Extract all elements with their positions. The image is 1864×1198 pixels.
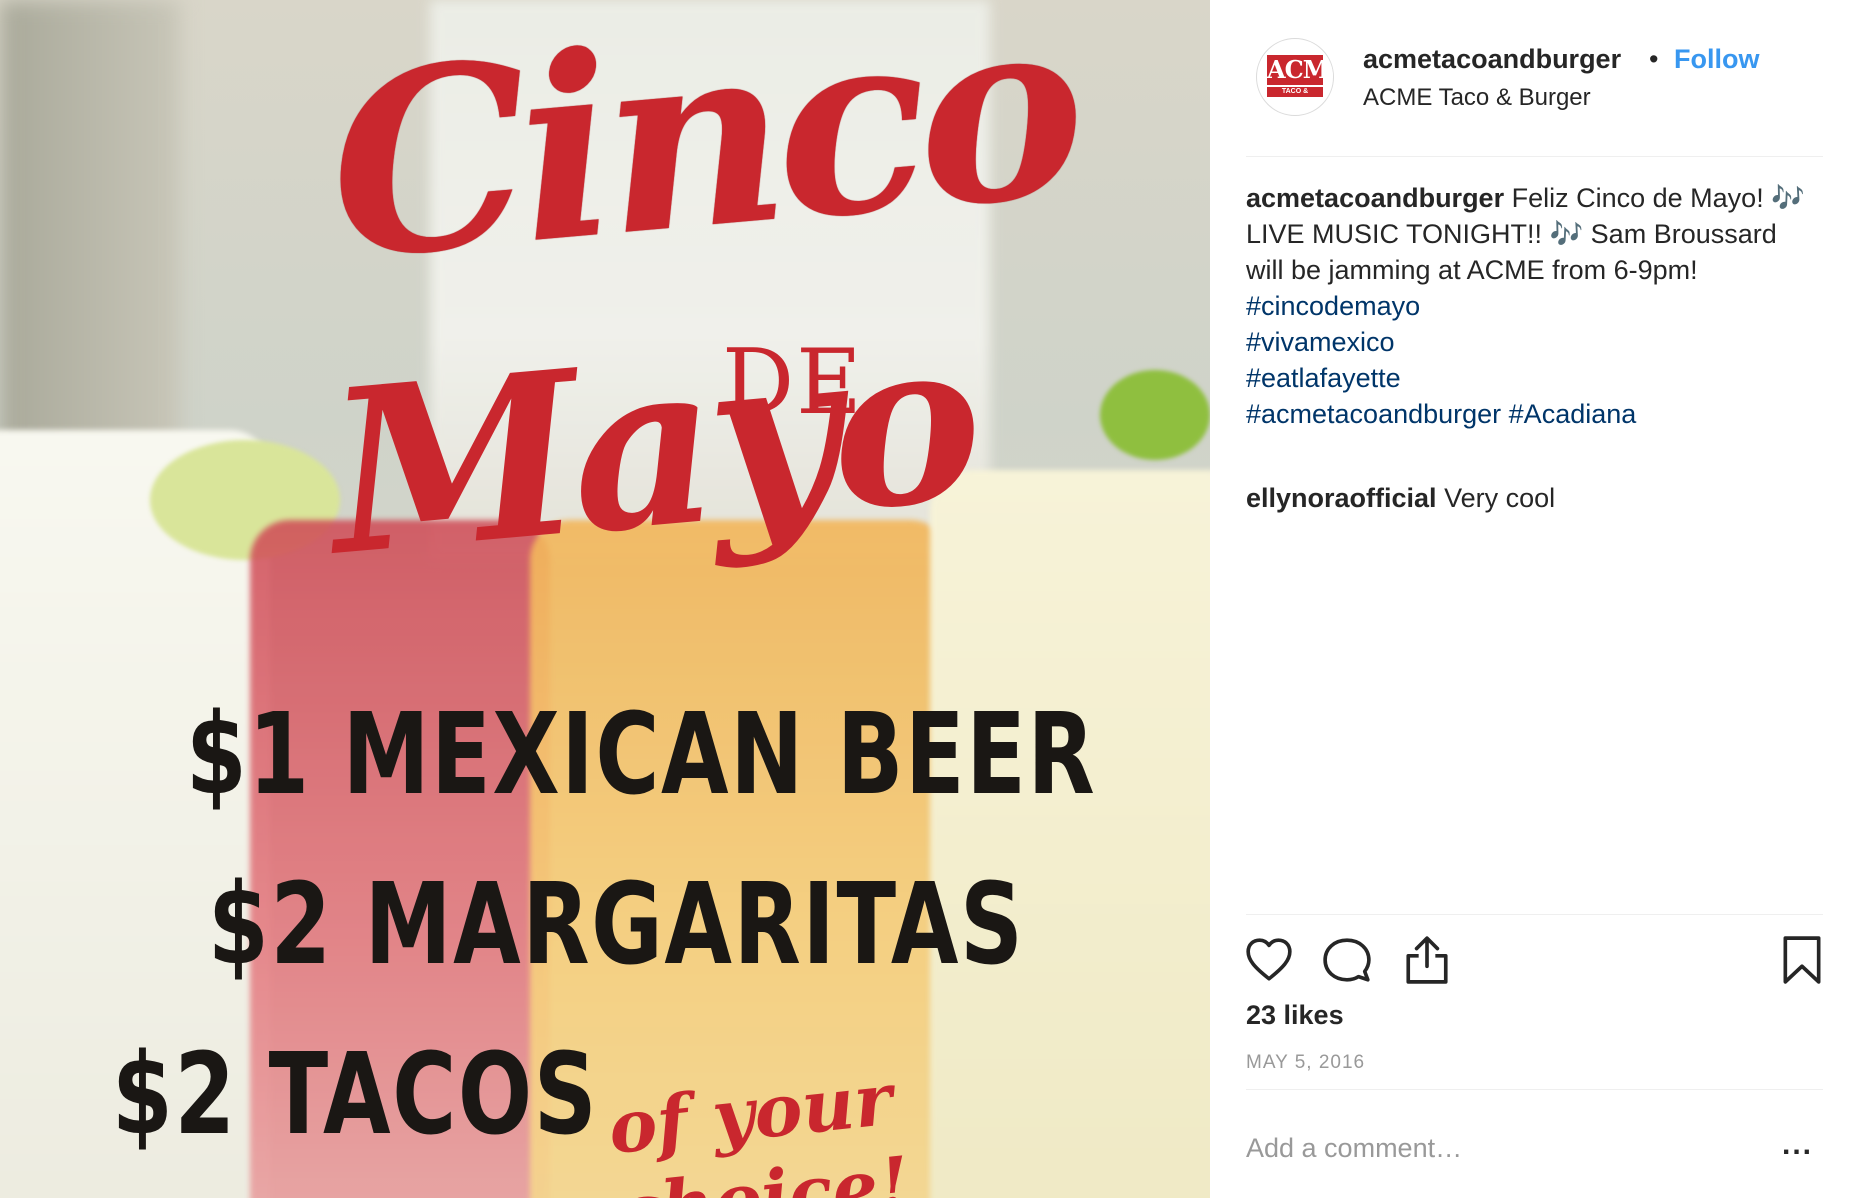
post-header: ACME TACO & BURGER acmetacoandburger • F…: [1256, 38, 1834, 156]
deal-beer: $1 MEXICAN BEER: [186, 690, 1097, 820]
hashtag-link[interactable]: #vivamexico: [1246, 324, 1816, 360]
post-date: MAY 5, 2016: [1246, 1052, 1366, 1073]
comment-input[interactable]: [1246, 1128, 1746, 1168]
hashtag-link[interactable]: #acmetacoandburger #Acadiana: [1246, 396, 1816, 432]
avatar[interactable]: ACME TACO & BURGER: [1256, 38, 1334, 116]
header-username[interactable]: acmetacoandburger: [1363, 44, 1621, 75]
likes-count[interactable]: 23 likes: [1246, 1000, 1344, 1031]
avatar-logo-text: ACME: [1267, 55, 1333, 85]
image-title-cinco: Cinco: [318, 0, 1086, 316]
lime-garnish: [1100, 370, 1210, 460]
separator-dot: •: [1649, 44, 1659, 74]
comment-text: Very cool: [1436, 483, 1556, 513]
hashtag-link[interactable]: #eatlafayette: [1246, 360, 1816, 396]
deal-tacos: $2 TACOS: [112, 1030, 599, 1160]
post-caption: acmetacoandburger Feliz Cinco de Mayo! 🎶…: [1246, 180, 1816, 432]
avatar-logo-subtext: TACO & BURGER: [1267, 87, 1323, 105]
more-options-button[interactable]: ...: [1782, 1128, 1813, 1162]
divider: [1246, 156, 1823, 157]
divider: [1246, 914, 1823, 915]
deal-margaritas: $2 MARGARITAS: [208, 860, 1025, 990]
comment-bubble-icon[interactable]: [1322, 935, 1372, 985]
comment-username[interactable]: ellynoraofficial: [1246, 483, 1437, 513]
follow-button[interactable]: Follow: [1674, 44, 1759, 75]
image-title-mayo: Mayo: [319, 287, 984, 607]
comment-item: ellynoraofficial Very cool: [1246, 480, 1816, 516]
hashtag-link[interactable]: #cincodemayo: [1246, 288, 1816, 324]
post-image[interactable]: Cinco DE Mayo $1 MEXICAN BEER $2 MARGARI…: [0, 0, 1210, 1198]
bookmark-icon[interactable]: [1777, 935, 1827, 985]
share-icon[interactable]: [1402, 935, 1452, 985]
divider: [1246, 1089, 1823, 1090]
caption-username[interactable]: acmetacoandburger: [1246, 183, 1504, 213]
location-link[interactable]: ACME Taco & Burger: [1363, 84, 1591, 112]
heart-icon[interactable]: [1244, 935, 1294, 985]
